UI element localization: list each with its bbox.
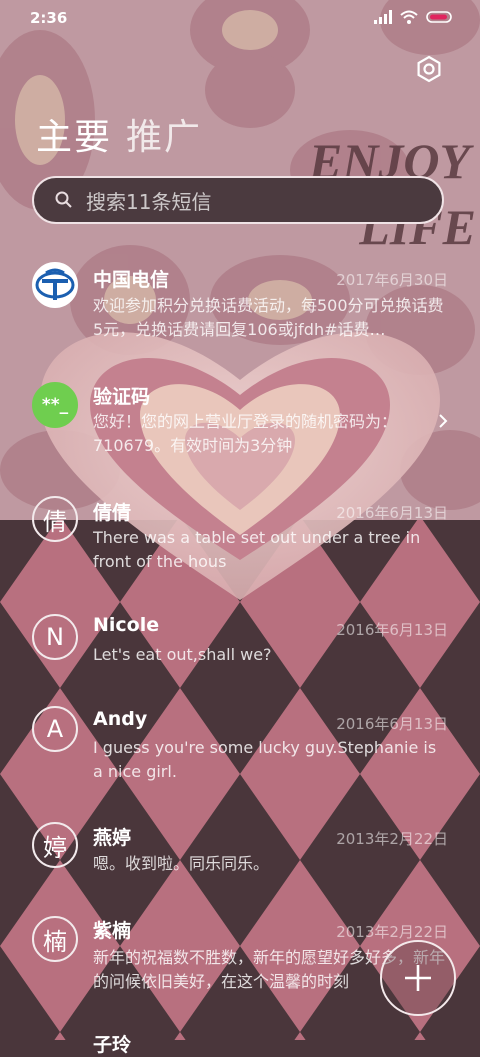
message-date: 2016年6月13日 <box>336 715 448 733</box>
conversation-row[interactable]: 子玲 <box>0 1028 480 1056</box>
message-date: 2017年6月30日 <box>336 271 448 289</box>
contact-avatar: A <box>32 706 78 752</box>
search-bar[interactable]: 搜索11条短信 <box>32 176 444 224</box>
message-preview: I guess you're some lucky guy.Stephanie … <box>93 738 437 781</box>
search-placeholder: 搜索11条短信 <box>86 189 212 214</box>
message-preview: 嗯。收到啦。同乐同乐。 <box>93 854 270 873</box>
battery-icon <box>426 11 452 23</box>
status-bar: 2:36 <box>0 0 480 38</box>
message-date: 2016年6月13日 <box>336 621 448 639</box>
settings-gear-icon[interactable] <box>414 54 444 84</box>
china-telecom-logo-icon <box>35 268 75 300</box>
conversation-row[interactable]: A Andy 2016年6月13日 I guess you're some lu… <box>0 700 480 800</box>
signal-icon <box>374 10 392 24</box>
conversation-row[interactable]: 倩 倩倩 2016年6月13日 There was a table set ou… <box>0 488 480 588</box>
new-message-button[interactable] <box>380 940 456 1016</box>
sender-name: 倩倩 <box>93 502 132 524</box>
wifi-icon <box>400 10 418 24</box>
tab-main[interactable]: 主要 <box>36 108 112 160</box>
sender-name: 燕婷 <box>93 827 132 849</box>
sender-name: 紫楠 <box>93 920 132 942</box>
message-preview: Let's eat out,shall we? <box>93 645 272 664</box>
sender-name: 验证码 <box>93 386 151 408</box>
sender-name: Nicole <box>93 614 160 636</box>
sender-name: 中国电信 <box>93 269 170 291</box>
message-preview: 欢迎参加积分兑换话费活动，每500分可兑换话费5元，兑换话费请回复106或jfd… <box>93 296 444 339</box>
message-preview: 您好！您的网上营业厅登录的随机密码为：710679。有效时间为3分钟 <box>93 412 398 455</box>
china-telecom-logo-avatar <box>32 262 78 308</box>
message-preview: There was a table set out under a tree i… <box>93 528 421 571</box>
conversation-row[interactable]: N Nicole 2016年6月13日 Let's eat out,shall … <box>0 606 480 686</box>
chevron-right-icon[interactable] <box>436 412 450 430</box>
message-date: 2013年2月22日 <box>336 923 448 941</box>
message-date: 2016年6月13日 <box>336 504 448 522</box>
conversation-row[interactable]: 中国电信 2017年6月30日 欢迎参加积分兑换话费活动，每500分可兑换话费5… <box>0 248 480 358</box>
status-time: 2:36 <box>30 9 68 27</box>
tab-promotions[interactable]: 推广 <box>126 108 202 160</box>
contact-avatar: 婷 <box>32 822 78 868</box>
verification-code-avatar: **_ <box>32 382 78 428</box>
search-icon <box>55 191 72 208</box>
conversation-row[interactable]: 婷 燕婷 2013年2月22日 嗯。收到啦。同乐同乐。 <box>0 818 480 898</box>
contact-avatar: 倩 <box>32 496 78 542</box>
contact-avatar: N <box>32 614 78 660</box>
sender-name: 子玲 <box>93 1034 132 1056</box>
sender-name: Andy <box>93 708 148 730</box>
contact-avatar: 楠 <box>32 916 78 962</box>
plus-icon <box>405 965 431 991</box>
message-date: 2013年2月22日 <box>336 830 448 848</box>
conversation-row[interactable]: **_ 验证码 您好！您的网上营业厅登录的随机密码为：710679。有效时间为3… <box>0 374 480 474</box>
tab-bar: 主要 推广 <box>36 108 202 160</box>
